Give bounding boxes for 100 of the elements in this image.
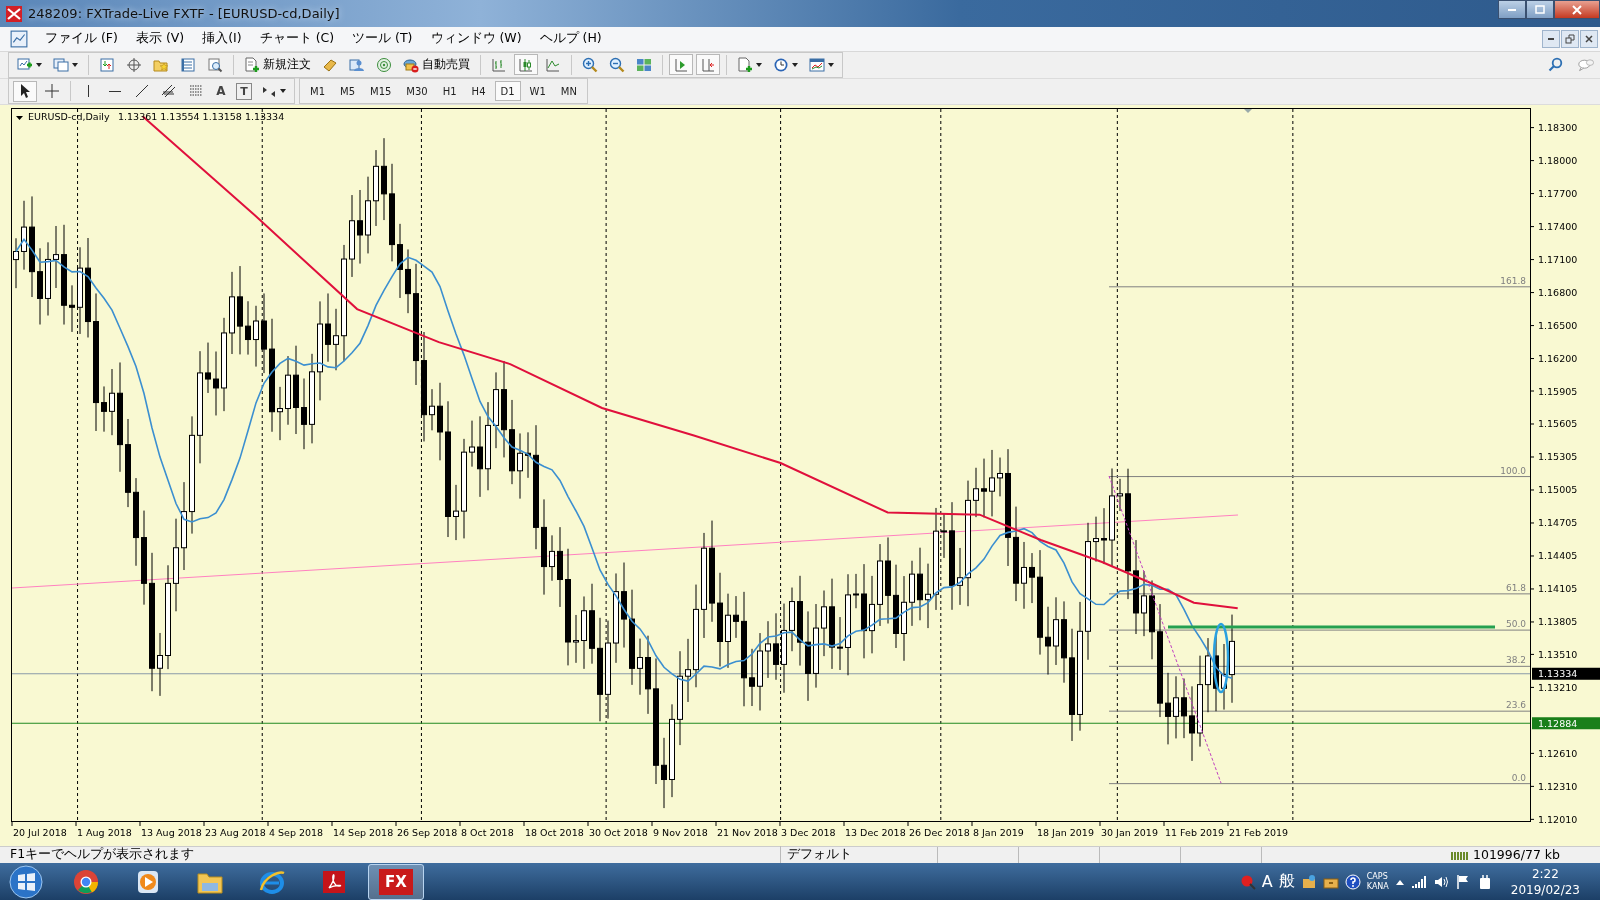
timeframe-button[interactable]: D1: [494, 81, 521, 102]
price-label: 1.17700: [1538, 188, 1578, 200]
chart-plus-icon: [17, 56, 33, 73]
menu-item[interactable]: ヘルプ (H): [530, 30, 611, 48]
signal-bars-icon: [1410, 873, 1427, 890]
maximize-button[interactable]: [1526, 0, 1554, 19]
timeframe-button[interactable]: M30: [400, 81, 434, 102]
maximize-icon: [1534, 4, 1546, 15]
toolbar-button[interactable]: 自動売買: [399, 54, 474, 76]
close-button[interactable]: [1580, 29, 1598, 48]
toolbar-button[interactable]: [669, 54, 693, 76]
fibonacci-level-label: 100.0: [1500, 465, 1526, 476]
menu-item[interactable]: 表示 (V): [126, 30, 194, 48]
play-chart-icon: [673, 56, 689, 73]
windows-icon: [53, 56, 69, 73]
minimize-icon: [1508, 8, 1516, 11]
toolbar-button[interactable]: [514, 54, 538, 76]
chart-shift-icon: [700, 56, 716, 73]
drawing-tool-button[interactable]: [13, 81, 37, 102]
menu-item[interactable]: 挿入(I): [193, 30, 251, 48]
ime-mode-text[interactable]: 般: [1278, 871, 1295, 892]
notification-icon: [1239, 873, 1256, 890]
menu-item[interactable]: ファイル (F): [36, 30, 127, 48]
status-help-text: F1キーでヘルプが表示されます: [9, 846, 196, 864]
date-label: 3 Dec 2018: [781, 827, 836, 838]
minimize-icon: [1548, 37, 1554, 40]
price-label: 1.18000: [1538, 155, 1578, 167]
timeframe-button[interactable]: W1: [523, 81, 552, 102]
stop-sign-icon: [403, 56, 419, 73]
crosshair-icon: [126, 56, 142, 73]
app-icon: [6, 5, 22, 22]
shift-marker-icon: [1244, 109, 1252, 113]
chart-window-icon: [809, 56, 825, 73]
date-label: 23 Aug 2018: [205, 827, 266, 838]
caps-indicator: CAPS: [1366, 871, 1389, 882]
ime-mode-text[interactable]: A: [1261, 872, 1273, 891]
price-label: 1.12310: [1538, 780, 1578, 792]
minimize-button[interactable]: [1542, 29, 1560, 48]
clock-time[interactable]: 2:22: [1531, 865, 1559, 882]
text-tool-button[interactable]: A: [211, 81, 231, 102]
date-label: 18 Jan 2019: [1037, 827, 1094, 838]
menu-item[interactable]: ウィンドウ (W): [421, 30, 531, 48]
document-plus-icon: [244, 56, 260, 73]
price-label: 1.16800: [1538, 287, 1578, 299]
dropdown-triangle-icon: [16, 116, 23, 120]
ellipse-marker: [1212, 622, 1230, 694]
restore-button[interactable]: [1561, 29, 1579, 48]
vertical-line-icon: [88, 85, 89, 98]
price-label: 1.15905: [1538, 385, 1578, 397]
date-label: 21 Feb 2019: [1229, 827, 1289, 838]
minimize-button[interactable]: [1498, 0, 1526, 19]
zoom-out-icon: [609, 56, 625, 73]
fibonacci-level-label: 161.8: [1500, 275, 1526, 286]
line-price-tag: 1.12884: [1532, 717, 1600, 730]
arrows-window-icon: [99, 56, 115, 73]
close-button[interactable]: [1554, 0, 1600, 19]
search-icon[interactable]: [1548, 56, 1564, 73]
tile-windows-icon: [636, 56, 652, 73]
zoom-in-icon: [582, 56, 598, 73]
price-label: 1.14405: [1538, 550, 1578, 562]
list-window-icon: [180, 56, 196, 73]
price-label: 1.16500: [1538, 320, 1578, 332]
taskbar-button[interactable]: FX: [368, 863, 424, 900]
date-label: 11 Feb 2019: [1165, 827, 1225, 838]
fibonacci-level-label: 50.0: [1505, 619, 1526, 630]
start-button[interactable]: [8, 863, 44, 900]
date-label: 21 Nov 2018: [717, 827, 778, 838]
timeframe-button[interactable]: M1: [304, 81, 331, 102]
toolbar-button[interactable]: 新規注文: [240, 54, 315, 76]
close-icon: [1584, 33, 1594, 44]
clock-date[interactable]: 2019/02/23: [1510, 881, 1580, 898]
date-label: 26 Dec 2018: [909, 827, 970, 838]
timeframe-button[interactable]: M5: [334, 81, 361, 102]
menu-item[interactable]: ツール (T): [343, 30, 422, 48]
menu-item[interactable]: チャート (C): [250, 30, 344, 48]
clock-icon: [773, 56, 789, 73]
flag-icon: [1454, 873, 1471, 890]
help-icon: [1344, 873, 1361, 890]
restore-icon: [1565, 33, 1575, 44]
date-label: 26 Sep 2018: [397, 827, 458, 838]
bar-chart-icon: [491, 56, 507, 73]
trend-line-icon: [134, 83, 150, 100]
channel-icon: [161, 83, 177, 100]
date-label: 13 Dec 2018: [845, 827, 906, 838]
timeframe-button[interactable]: M15: [364, 81, 398, 102]
timeframe-button[interactable]: H1: [436, 81, 463, 102]
signal-icon: [376, 56, 392, 73]
magnifier-icon: [207, 56, 223, 73]
date-label: 4 Sep 2018: [269, 827, 324, 838]
date-label: 30 Oct 2018: [589, 827, 648, 838]
text-tool-button[interactable]: T: [234, 81, 254, 102]
crosshair-icon: [44, 83, 60, 100]
traffic-text: 101996/77 kb: [1473, 847, 1561, 863]
date-label: 20 Jul 2018: [13, 827, 67, 838]
fibonacci-level-label: 23.6: [1505, 700, 1526, 711]
date-label: 13 Aug 2018: [141, 827, 202, 838]
timeframe-button[interactable]: MN: [554, 81, 583, 102]
date-label: 18 Oct 2018: [525, 827, 584, 838]
timeframe-button[interactable]: H4: [465, 81, 492, 102]
ohlc-values: 1.13361 1.13554 1.13158 1.13334: [118, 111, 285, 122]
